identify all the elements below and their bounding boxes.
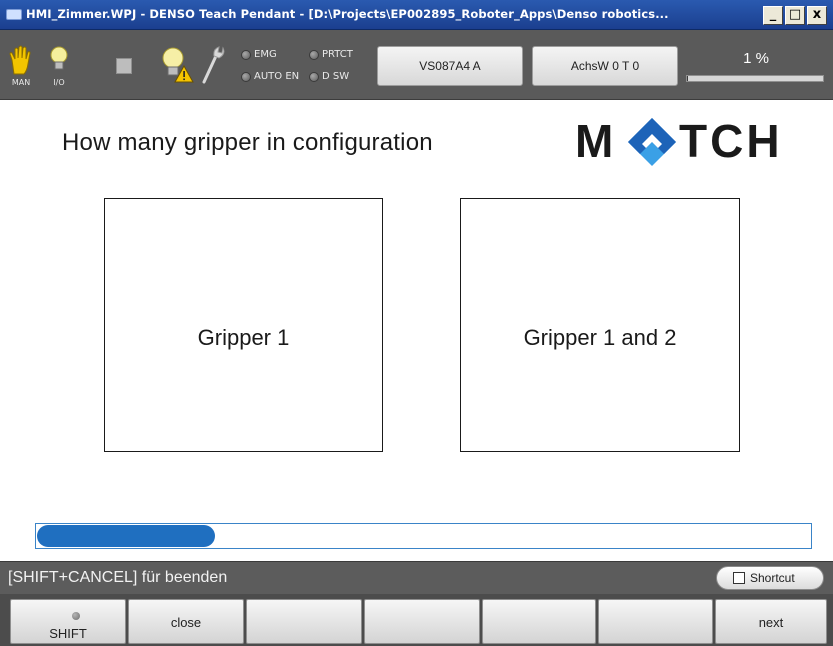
auto-en-label: AUTO EN [254, 71, 300, 82]
speed-bar-fill [687, 76, 688, 81]
wrench-icon[interactable] [200, 44, 226, 86]
softkey-3[interactable] [246, 599, 362, 644]
softkey-4[interactable] [364, 599, 480, 644]
minimize-button[interactable]: _ [763, 6, 783, 25]
next-button[interactable]: next [715, 599, 827, 644]
status-bar: [SHIFT+CANCEL] für beenden Shortcut [0, 561, 833, 594]
warning-bulb-graphic [162, 47, 194, 83]
emg-label: EMG [254, 49, 277, 60]
variable-button[interactable]: VS087A4 A [377, 46, 523, 86]
pendant-toolbar: MAN I/O EMG PRTCT AUTO EN D SW VS087A4 A… [0, 30, 833, 100]
status-message: [SHIFT+CANCEL] für beenden [8, 569, 228, 586]
shortcut-label: Shortcut [750, 571, 795, 585]
shift-label: SHIFT [49, 626, 87, 641]
gripper-1-and-2-option[interactable]: Gripper 1 and 2 [460, 198, 740, 452]
warning-bulb-icon[interactable] [158, 44, 194, 84]
window-titlebar: HMI_Zimmer.WPJ - DENSO Teach Pendant - [… [0, 0, 833, 30]
io-bulb-icon[interactable]: I/O [44, 44, 74, 90]
close-label: close [170, 615, 202, 630]
page-title: How many gripper in configuration [62, 129, 433, 156]
shortcut-button[interactable]: Shortcut [716, 566, 824, 590]
wrench-graphic [202, 46, 225, 84]
main-content: How many gripper in configuration M TCH … [0, 101, 833, 561]
svg-text:M: M [575, 115, 613, 167]
svg-text:TCH: TCH [679, 115, 783, 167]
hand-icon[interactable]: MAN [6, 44, 36, 90]
axis-button[interactable]: AchsW 0 T 0 [532, 46, 678, 86]
close-button[interactable]: close [128, 599, 244, 644]
match-logo: M TCH [575, 113, 813, 173]
io-label: I/O [53, 78, 65, 87]
io-bulb-graphic [50, 46, 68, 70]
gripper-1-option[interactable]: Gripper 1 [104, 198, 383, 452]
dsw-label: D SW [322, 71, 350, 82]
mode-label: MAN [11, 78, 31, 87]
stop-square-icon[interactable] [116, 58, 132, 74]
next-label: next [758, 615, 784, 630]
maximize-button[interactable]: □ [785, 6, 805, 25]
softkey-row: SHIFT close next [0, 594, 833, 646]
speed-percent: 1 % [743, 50, 769, 67]
auto-en-led [241, 72, 251, 82]
window-title: HMI_Zimmer.WPJ - DENSO Teach Pendant - [… [26, 7, 669, 21]
gripper-1-and-2-label: Gripper 1 and 2 [523, 325, 677, 350]
close-window-button[interactable]: x [807, 6, 827, 25]
hand-icon-graphic [9, 45, 31, 75]
shift-led [72, 612, 80, 620]
wizard-progress-bar [35, 523, 812, 549]
dsw-led [309, 72, 319, 82]
shift-button[interactable]: SHIFT [10, 599, 126, 644]
prtct-label: PRTCT [322, 49, 353, 60]
match-logo-graphic: M TCH [575, 115, 783, 167]
softkey-5[interactable] [482, 599, 596, 644]
softkey-6[interactable] [598, 599, 713, 644]
speed-bar [686, 75, 824, 82]
prtct-led [309, 50, 319, 60]
emg-led [241, 50, 251, 60]
app-icon [6, 9, 22, 20]
gripper-1-label: Gripper 1 [197, 325, 290, 350]
shortcut-icon [733, 572, 745, 584]
wizard-progress-fill [37, 525, 215, 547]
